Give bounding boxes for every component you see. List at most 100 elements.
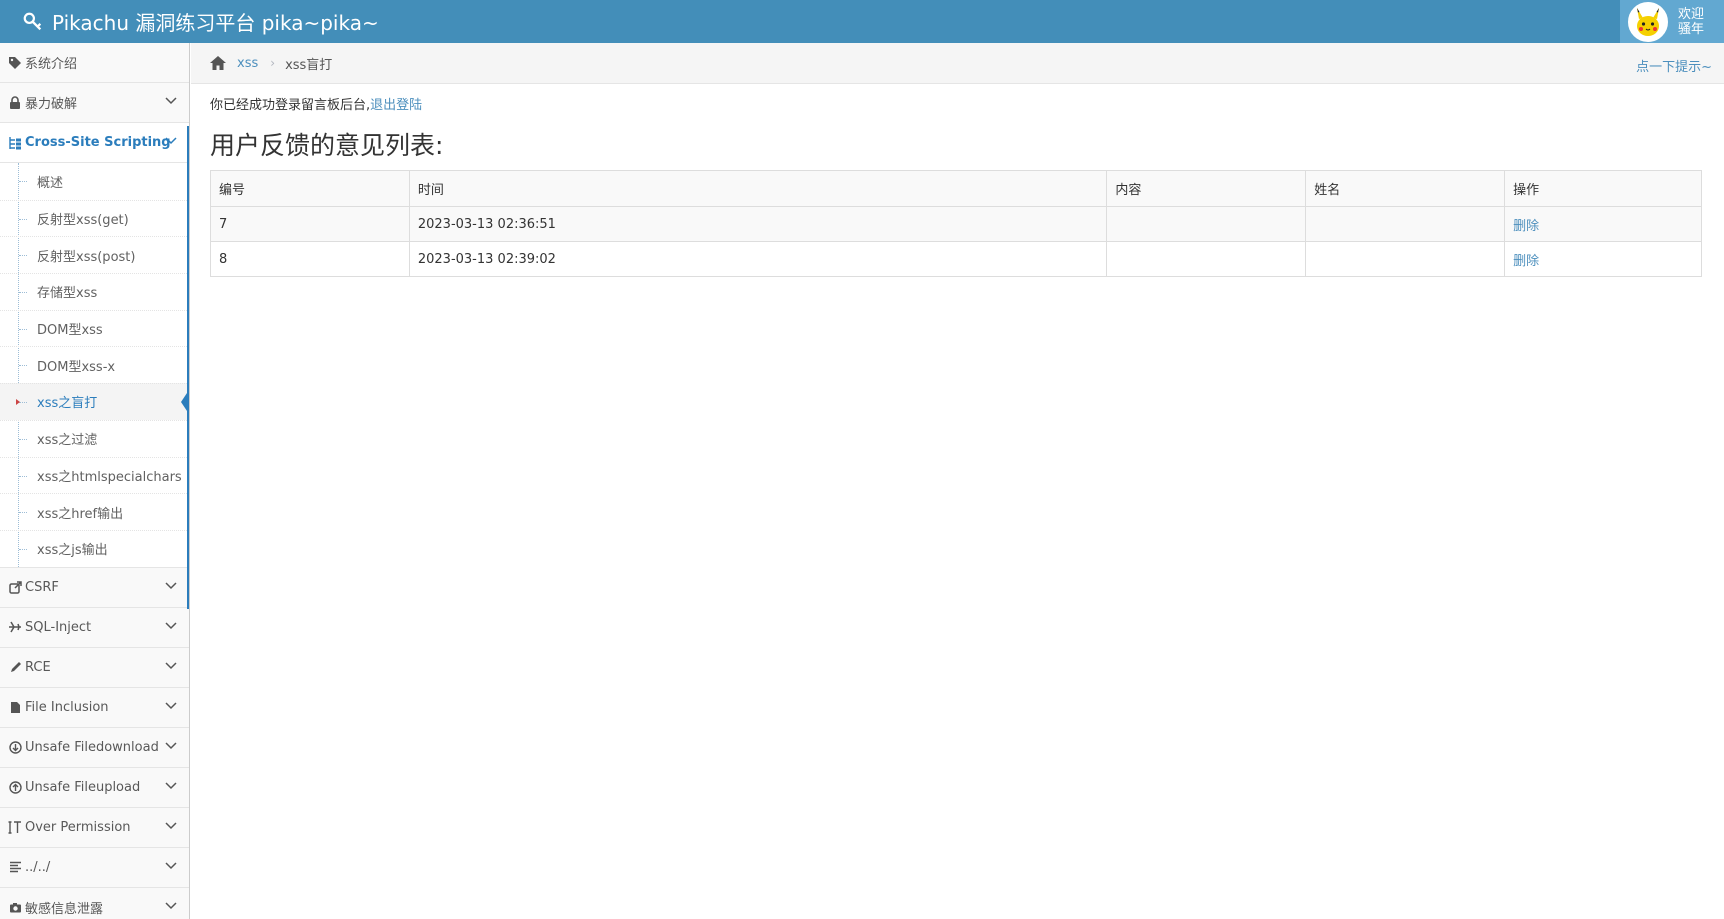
- column-header-action: 操作: [1504, 170, 1702, 207]
- brand-title: Pikachu 漏洞练习平台 pika~pika~: [52, 11, 379, 35]
- sidebar-item-csrf[interactable]: CSRF: [0, 567, 189, 608]
- sidebar-item-unsafe-fileupload[interactable]: Unsafe Fileupload: [0, 767, 189, 808]
- chevron-down-icon: [165, 97, 177, 105]
- cell-name: [1305, 241, 1506, 277]
- sidebar-item-over-permission[interactable]: Over Permission: [0, 807, 189, 848]
- share-icon: [7, 580, 23, 594]
- cell-action: 删除: [1504, 241, 1702, 277]
- avatar: [1628, 1, 1668, 42]
- pikachu-avatar-icon: [1630, 3, 1666, 40]
- chevron-down-icon: [165, 822, 177, 829]
- sidebar-item-sql-inject[interactable]: SQL-Inject: [0, 607, 189, 648]
- welcome-line2: 骚年: [1678, 21, 1705, 37]
- key-icon: [23, 12, 42, 30]
- text-height-icon: [7, 820, 23, 834]
- cell-content: [1106, 241, 1307, 277]
- table-header-row: 编号 时间 内容 姓名 操作: [210, 170, 1702, 207]
- active-section-edge: [187, 126, 189, 609]
- submenu-item-filter[interactable]: xss之过滤: [0, 419, 189, 457]
- submenu-item-label: 概述: [37, 175, 64, 191]
- sidebar-item-label: CSRF: [25, 579, 59, 595]
- chevron-down-icon: [165, 742, 177, 749]
- sidebar-item-info-leak[interactable]: 敏感信息泄露: [0, 887, 189, 919]
- sidebar-item-rce[interactable]: RCE: [0, 647, 189, 688]
- page-content: 你已经成功登录留言板后台,退出登陆 用户反馈的意见列表: 编号 时间 内容 姓名…: [191, 84, 1724, 287]
- delete-link[interactable]: 删除: [1513, 219, 1539, 234]
- sidebar: 系统介绍 暴力破解 Cross-Site Scripting 概述 反射型xss…: [0, 43, 190, 919]
- page-title: 用户反馈的意见列表:: [210, 131, 444, 160]
- top-navbar: Pikachu 漏洞练习平台 pika~pika~ 欢迎 骚年: [0, 0, 1724, 43]
- submenu-item-stored[interactable]: 存储型xss: [0, 273, 189, 310]
- delete-link[interactable]: 删除: [1513, 254, 1539, 269]
- submenu-item-htmlspecialchars[interactable]: xss之htmlspecialchars: [0, 456, 189, 494]
- chevron-down-icon: [165, 662, 177, 669]
- table-row: 8 2023-03-13 02:39:02 删除: [210, 241, 1702, 277]
- table-row: 7 2023-03-13 02:36:51 删除: [210, 206, 1702, 242]
- cell-time: 2023-03-13 02:39:02: [408, 241, 1108, 277]
- sidebar-item-label: File Inclusion: [25, 699, 109, 715]
- file-icon: [7, 701, 23, 714]
- pencil-icon: [7, 661, 23, 674]
- submenu-item-js-output[interactable]: xss之js输出: [0, 529, 189, 567]
- cell-id: 7: [210, 206, 410, 242]
- sidebar-item-brute-force[interactable]: 暴力破解: [0, 83, 189, 123]
- column-header-name: 姓名: [1305, 170, 1506, 207]
- feedback-table: 编号 时间 内容 姓名 操作 7 2023-03-13 02:36:51 删除 …: [210, 170, 1702, 277]
- sidebar-item-label: Over Permission: [25, 819, 131, 835]
- hint-link[interactable]: 点一下提示~: [1636, 56, 1712, 75]
- user-menu[interactable]: 欢迎 骚年: [1620, 0, 1724, 43]
- login-message-text: 你已经成功登录留言板后台,: [210, 98, 371, 113]
- submenu-item-href-output[interactable]: xss之href输出: [0, 493, 189, 530]
- welcome-text: 欢迎 骚年: [1678, 7, 1704, 37]
- tags-icon: [7, 56, 23, 70]
- submenu-item-overview[interactable]: 概述: [0, 163, 189, 200]
- lock-icon: [7, 95, 23, 110]
- sidebar-item-dir-traversal[interactable]: ../../: [0, 847, 189, 888]
- brand[interactable]: Pikachu 漏洞练习平台 pika~pika~: [22, 0, 379, 43]
- xss-submenu: 概述 反射型xss(get) 反射型xss(post) 存储型xss DOM型x…: [0, 163, 189, 568]
- sidebar-item-label: Cross-Site Scripting: [25, 135, 171, 150]
- submenu-item-label: xss之htmlspecialchars: [37, 469, 182, 485]
- breadcrumb-current: xss盲打: [285, 57, 333, 73]
- download-icon: [7, 740, 23, 754]
- sidebar-item-label: 暴力破解: [25, 97, 78, 112]
- sidebar-item-label: SQL-Inject: [25, 619, 92, 635]
- sidebar-item-label: 敏感信息泄露: [25, 901, 104, 917]
- login-message: 你已经成功登录留言板后台,退出登陆: [210, 94, 1705, 113]
- submenu-item-label: DOM型xss-x: [37, 359, 116, 375]
- submenu-item-label: xss之href输出: [37, 506, 124, 522]
- column-header-id: 编号: [210, 170, 410, 207]
- logout-link[interactable]: 退出登陆: [370, 98, 422, 113]
- home-icon[interactable]: [209, 55, 227, 71]
- submenu-item-reflected-post[interactable]: 反射型xss(post): [0, 236, 189, 273]
- column-header-time: 时间: [408, 170, 1108, 207]
- sidebar-item-intro[interactable]: 系统介绍: [0, 43, 189, 83]
- submenu-item-label: 存储型xss: [37, 286, 98, 302]
- submenu-item-label: xss之js输出: [37, 543, 108, 559]
- cell-time: 2023-03-13 02:36:51: [408, 206, 1108, 242]
- tree-icon: [7, 136, 23, 150]
- sidebar-item-label: ../../: [25, 859, 51, 875]
- chevron-down-icon: [165, 137, 177, 145]
- upload-icon: [7, 780, 23, 794]
- submenu-item-dom[interactable]: DOM型xss: [0, 309, 189, 347]
- breadcrumb-separator-icon: ›: [270, 56, 276, 70]
- sidebar-item-label: Unsafe Filedownload: [25, 739, 159, 755]
- cell-action: 删除: [1504, 206, 1702, 242]
- submenu-item-dom-x[interactable]: DOM型xss-x: [0, 346, 189, 383]
- align-left-icon: [7, 861, 23, 873]
- submenu-item-label: DOM型xss: [37, 323, 103, 339]
- submenu-item-blind[interactable]: xss之盲打: [0, 383, 189, 420]
- breadcrumb-link-xss[interactable]: xss: [237, 56, 258, 71]
- main-content: xss › xss盲打 点一下提示~ 你已经成功登录留言板后台,退出登陆 用户反…: [191, 43, 1724, 919]
- breadcrumb: xss › xss盲打 点一下提示~: [191, 43, 1724, 84]
- chevron-down-icon: [165, 622, 177, 629]
- sidebar-item-xss[interactable]: Cross-Site Scripting: [0, 123, 189, 163]
- sidebar-item-unsafe-filedownload[interactable]: Unsafe Filedownload: [0, 727, 189, 768]
- submenu-item-reflected-get[interactable]: 反射型xss(get): [0, 199, 189, 237]
- cell-content: [1106, 206, 1307, 242]
- sidebar-item-file-inclusion[interactable]: File Inclusion: [0, 687, 189, 728]
- submenu-item-label: xss之过滤: [37, 433, 98, 449]
- chevron-down-icon: [165, 862, 177, 869]
- sidebar-item-label: Unsafe Fileupload: [25, 779, 141, 795]
